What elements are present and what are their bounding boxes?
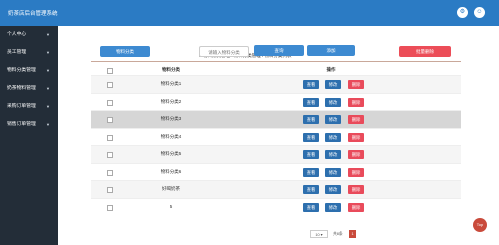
select-all-checkbox[interactable] [107, 68, 113, 74]
chevron-down-icon: ▼ [46, 122, 50, 127]
row-name: 物料分类2 [160, 98, 182, 104]
sidebar-item-sales-orders[interactable]: 销售订单管理 ▼ [0, 116, 58, 134]
row-checkbox[interactable] [107, 169, 113, 176]
main-content: ⌂ 物料分类管理 / 物料分类管理 / 物料分类列表 物料分类 请输入物料分类 … [58, 26, 499, 245]
sidebar: 个人中心 ▼ 员工管理 ▼ 物料分类管理 ▼ 奶茶物料管理 ▼ 采购订单管理 ▼… [0, 26, 58, 245]
delete-button[interactable]: 删除 [348, 167, 364, 177]
query-button[interactable]: 查询 [254, 45, 304, 56]
row-checkbox[interactable] [107, 99, 113, 106]
pager-current-page[interactable]: 1 [349, 230, 356, 238]
back-to-top-button[interactable]: Top [473, 218, 487, 232]
table-row[interactable]: 物料分类6 查看 修改 删除 [91, 162, 461, 181]
edit-button[interactable]: 修改 [325, 202, 341, 212]
sidebar-item-profile[interactable]: 个人中心 ▼ [0, 26, 58, 44]
sidebar-item-employees[interactable]: 员工管理 ▼ [0, 44, 58, 62]
row-name: 物料分类1 [160, 81, 182, 86]
batch-delete-button[interactable]: 批量删除 [399, 46, 451, 57]
row-name: 物料分类3 [160, 116, 182, 121]
sidebar-item-label: 奶茶物料管理 [7, 86, 36, 91]
view-button[interactable]: 查看 [303, 150, 319, 159]
row-checkbox[interactable] [107, 204, 113, 211]
pager-total: 共8条 [333, 232, 343, 236]
row-name: 好喝奶茶 [162, 186, 180, 191]
header-name: 物料分类 [162, 67, 180, 72]
edit-button[interactable]: 修改 [325, 150, 341, 159]
table-row[interactable]: 物料分类5 查看 修改 删除 [91, 145, 461, 163]
row-name: 物料分类5 [160, 151, 182, 156]
settings-icon[interactable]: ⚙ [457, 7, 468, 18]
row-name: 物料分类4 [160, 133, 182, 139]
chevron-down-icon: ▼ [46, 68, 50, 73]
view-button[interactable]: 查看 [303, 167, 319, 177]
category-table: 物料分类 操作 物料分类1 查看 修改 删除 物料分类2 查看 修改 删除 物料… [91, 65, 461, 215]
row-checkbox[interactable] [107, 187, 113, 193]
chevron-down-icon: ▼ [46, 86, 50, 91]
table-row[interactable]: 5 查看 修改 删除 [91, 197, 461, 216]
edit-button[interactable]: 修改 [325, 97, 341, 107]
delete-button[interactable]: 删除 [348, 150, 364, 159]
view-button[interactable]: 查看 [303, 97, 319, 107]
chevron-down-icon: ▼ [46, 104, 50, 109]
delete-button[interactable]: 删除 [348, 115, 364, 124]
page-size-value: 10 [315, 233, 320, 237]
table-row[interactable]: 物料分类1 查看 修改 删除 [91, 75, 461, 93]
view-button[interactable]: 查看 [303, 132, 319, 142]
sidebar-item-purchase-orders[interactable]: 采购订单管理 ▼ [0, 98, 58, 116]
table-row[interactable]: 物料分类3 查看 修改 删除 [91, 110, 461, 128]
row-checkbox[interactable] [107, 82, 113, 88]
sidebar-item-label: 销售订单管理 [7, 122, 36, 127]
table-row[interactable]: 物料分类4 查看 修改 删除 [91, 127, 461, 146]
row-checkbox[interactable] [107, 152, 113, 158]
edit-button[interactable]: 修改 [325, 167, 341, 177]
category-filter-button[interactable]: 物料分类 [100, 46, 150, 57]
page-size-select[interactable]: 10 ▾ [310, 230, 328, 238]
edit-button[interactable]: 修改 [325, 185, 341, 194]
sidebar-item-label: 物料分类管理 [7, 68, 36, 73]
row-name: 5 [169, 203, 173, 209]
add-button[interactable]: 添加 [307, 45, 355, 56]
edit-button[interactable]: 修改 [325, 115, 341, 124]
search-input[interactable]: 请输入物料分类 [199, 46, 249, 57]
delete-button[interactable]: 删除 [348, 132, 364, 142]
delete-button[interactable]: 删除 [348, 80, 364, 89]
sidebar-item-label: 个人中心 [7, 32, 27, 37]
delete-button[interactable]: 删除 [348, 97, 364, 107]
header-operation: 操作 [326, 67, 336, 72]
sidebar-item-label: 采购订单管理 [7, 104, 36, 109]
table-row[interactable]: 好喝奶茶 查看 修改 删除 [91, 180, 461, 198]
row-checkbox[interactable] [107, 117, 113, 123]
row-checkbox[interactable] [107, 134, 113, 141]
delete-button[interactable]: 删除 [348, 202, 364, 212]
user-icon[interactable]: ☺ [474, 7, 485, 18]
table-header: 物料分类 操作 [91, 65, 461, 75]
sidebar-item-label: 员工管理 [7, 50, 27, 55]
view-button[interactable]: 查看 [303, 185, 319, 194]
view-button[interactable]: 查看 [303, 80, 319, 89]
edit-button[interactable]: 修改 [325, 80, 341, 89]
table-row[interactable]: 物料分类2 查看 修改 删除 [91, 92, 461, 111]
view-button[interactable]: 查看 [303, 202, 319, 212]
top-bar: 奶茶店后台管理系统 ⚙ ☺ [0, 0, 499, 26]
edit-button[interactable]: 修改 [325, 132, 341, 142]
app-title: 奶茶店后台管理系统 [8, 11, 58, 17]
chevron-down-icon: ▼ [46, 50, 50, 55]
view-button[interactable]: 查看 [303, 115, 319, 124]
sidebar-item-materials[interactable]: 奶茶物料管理 ▼ [0, 80, 58, 98]
row-name: 物料分类6 [160, 168, 182, 174]
divider [91, 61, 461, 62]
delete-button[interactable]: 删除 [348, 185, 364, 194]
sidebar-item-material-categories[interactable]: 物料分类管理 ▼ [0, 62, 58, 80]
chevron-down-icon: ▼ [46, 32, 50, 37]
